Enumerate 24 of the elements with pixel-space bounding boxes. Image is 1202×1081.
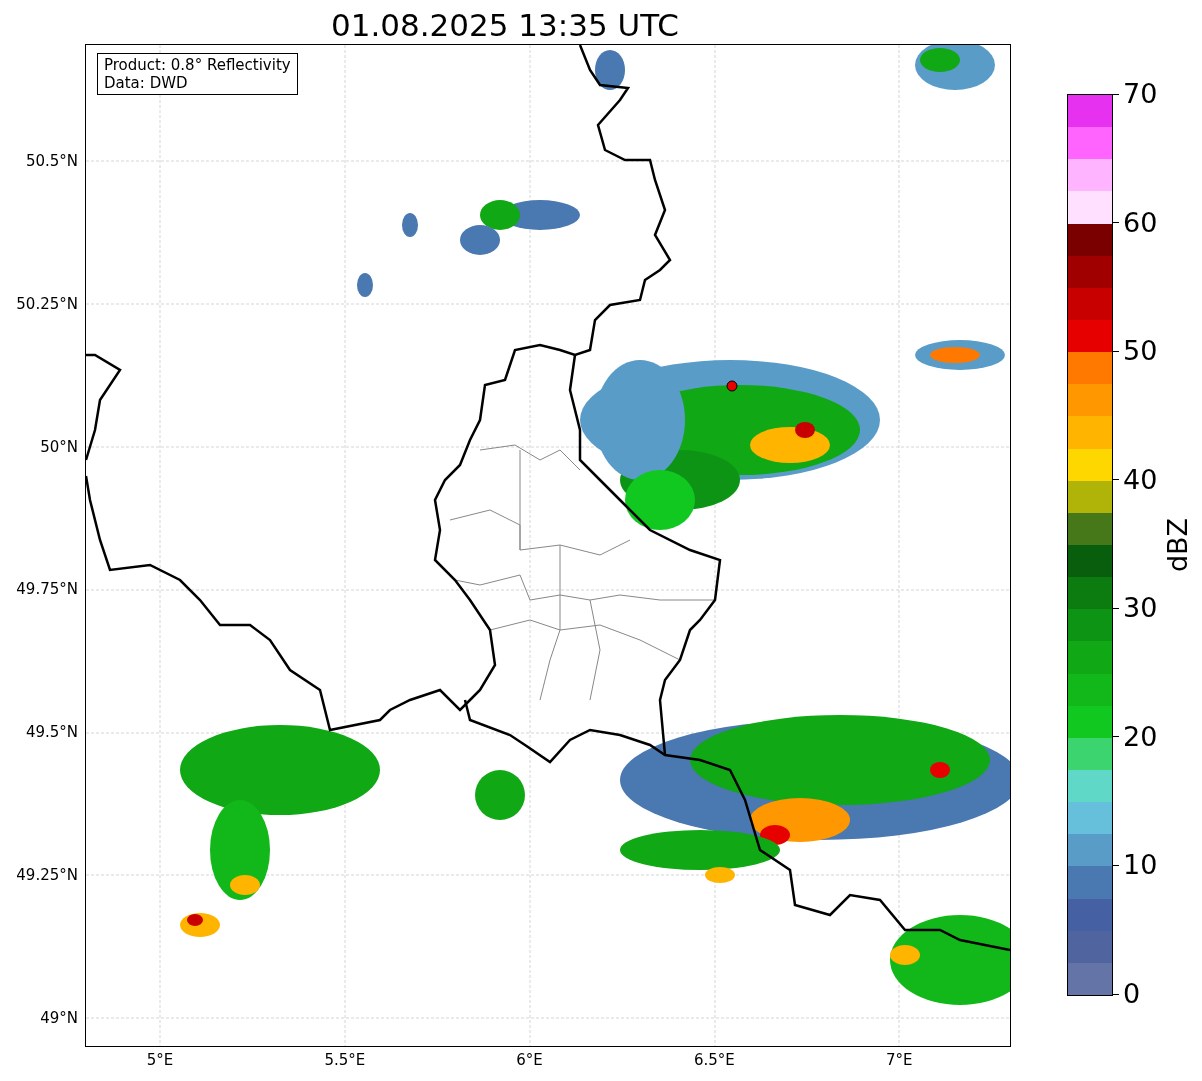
colorbar-tick-label: 20 — [1123, 720, 1158, 753]
longitude-label: 5.5°E — [324, 1051, 366, 1069]
colorbar-tick-label: 0 — [1123, 978, 1141, 1010]
latitude-label: 50.5°N — [25, 152, 78, 170]
latitude-label: 49.75°N — [16, 580, 78, 599]
longitude-label: 7°E — [885, 1051, 913, 1069]
latitude-label: 50.25°N — [16, 294, 78, 313]
colorbar-tick-label: 40 — [1123, 463, 1158, 496]
longitude-label: 5°E — [146, 1051, 174, 1069]
latitude-label: 50°N — [40, 437, 78, 456]
info-text: Data: DWD — [104, 74, 189, 92]
latitude-label: 49°N — [40, 1008, 78, 1027]
colorbar-tick-label: 10 — [1123, 849, 1158, 882]
longitude-label: 6°E — [516, 1051, 543, 1069]
info-text: Product: 0.8° Reflectivity — [104, 56, 291, 74]
colorbar-tick-label: 70 — [1123, 78, 1158, 110]
colorbar-label: dBZ — [1162, 517, 1194, 573]
latitude-label: 49.5°N — [25, 723, 78, 742]
colorbar-tick-label: 50 — [1123, 335, 1158, 368]
longitude-label: 6.5°E — [693, 1051, 735, 1069]
latitude-label: 49.25°N — [16, 866, 78, 884]
colorbar-tick-label: 60 — [1123, 206, 1158, 239]
colorbar-tick-label: 30 — [1123, 592, 1158, 625]
chart-title: 01.08.2025 13:35 UTC — [331, 6, 679, 45]
